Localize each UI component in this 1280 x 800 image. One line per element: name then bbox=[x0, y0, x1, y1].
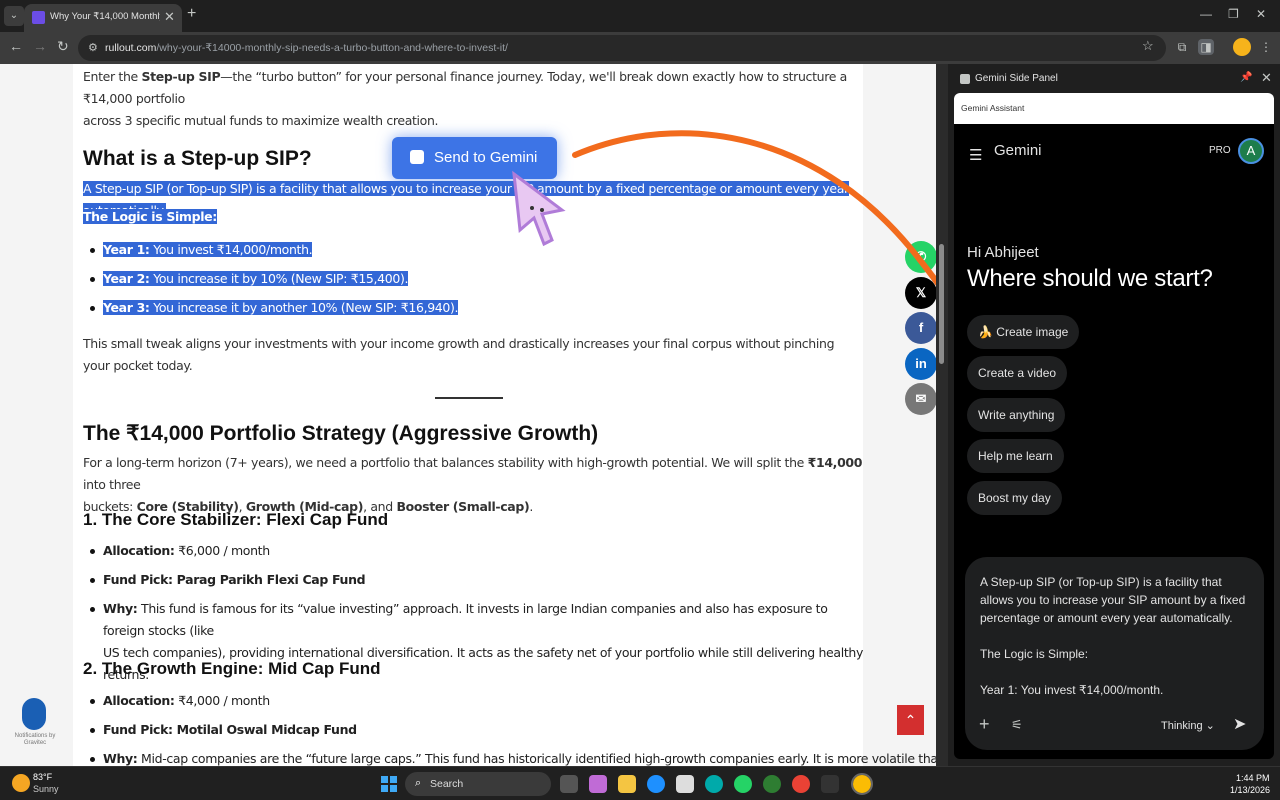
notification-bell-icon[interactable] bbox=[22, 698, 46, 730]
chip-create-video[interactable]: Create a video bbox=[967, 356, 1068, 390]
list-item: Allocation: ₹4,000 / month bbox=[90, 690, 270, 712]
heading-growth-engine: 2. The Growth Engine: Mid Cap Fund bbox=[83, 659, 381, 678]
clock-time[interactable]: 1:44 PM bbox=[1236, 773, 1270, 783]
windows-taskbar: 83°F Sunny ⌕ Search 1:44 PM 1/13/2026 bbox=[0, 766, 1280, 800]
list-item[interactable]: Year 2: You increase it by 10% (New SIP:… bbox=[89, 268, 408, 290]
greeting: Hi Abhijeet bbox=[967, 244, 1039, 261]
address-bar[interactable]: ⚙ rullout.com/why-your-₹14000-monthly-si… bbox=[78, 35, 1166, 61]
tab-active[interactable]: Why Your ₹14,000 Monthly SIP ✕ bbox=[24, 4, 182, 32]
copilot-icon[interactable] bbox=[589, 775, 607, 793]
add-attachment-icon[interactable]: + bbox=[979, 714, 990, 735]
task-view-icon[interactable] bbox=[560, 775, 578, 793]
model-mode-select[interactable]: Thinking ⌄ bbox=[1161, 719, 1215, 732]
chip-write-anything[interactable]: Write anything bbox=[967, 398, 1066, 432]
headline: Where should we start? bbox=[967, 265, 1213, 292]
reload-icon[interactable]: ↻ bbox=[57, 38, 69, 55]
gemini-spark-icon bbox=[410, 150, 424, 164]
heading-portfolio-strategy: The ₹14,000 Portfolio Strategy (Aggressi… bbox=[83, 422, 599, 445]
xbox-icon[interactable] bbox=[763, 775, 781, 793]
store-icon[interactable] bbox=[676, 775, 694, 793]
chrome-icon[interactable] bbox=[792, 775, 810, 793]
scrollbar-thumb[interactable] bbox=[939, 244, 944, 364]
side-panel-logo-icon bbox=[960, 74, 970, 84]
tab-strip: ⌄ Why Your ₹14,000 Monthly SIP ✕ + — ❐ ✕ bbox=[0, 0, 1280, 32]
search-label: Search bbox=[430, 778, 464, 790]
assistant-title: Gemini Assistant bbox=[961, 103, 1025, 113]
site-favicon-icon bbox=[32, 11, 45, 24]
assistant-bar: Gemini Assistant bbox=[954, 93, 1274, 124]
user-avatar[interactable]: A bbox=[1238, 138, 1264, 164]
scroll-to-top-button[interactable]: ⌃ bbox=[897, 705, 924, 735]
profile-avatar[interactable] bbox=[1233, 38, 1251, 56]
prompt-input[interactable]: A Step-up SIP (or Top-up SIP) is a facil… bbox=[965, 557, 1264, 750]
send-to-gemini-label: Send to Gemini bbox=[434, 149, 538, 166]
tab-close-icon[interactable]: ✕ bbox=[164, 9, 175, 25]
forward-icon[interactable]: → bbox=[33, 38, 47, 54]
send-icon[interactable]: ➤ bbox=[1233, 714, 1246, 734]
clock-date[interactable]: 1/13/2026 bbox=[1230, 785, 1270, 795]
minimize-icon[interactable]: — bbox=[1200, 7, 1212, 21]
pro-badge: PRO bbox=[1209, 145, 1231, 156]
side-panel-icon[interactable]: ◨ bbox=[1198, 39, 1214, 55]
app-icon[interactable] bbox=[705, 775, 723, 793]
prompt-text[interactable]: A Step-up SIP (or Top-up SIP) is a facil… bbox=[980, 573, 1250, 699]
list-item: Fund Pick: Parag Parikh Flexi Cap Fund bbox=[89, 569, 366, 591]
gemini-app: Gemini Assistant ☰ Gemini PRO A Hi Abhij… bbox=[954, 93, 1274, 759]
list-item[interactable]: Year 3: You increase it by another 10% (… bbox=[89, 297, 459, 319]
address-url: rullout.com/why-your-₹14000-monthly-sip-… bbox=[105, 42, 508, 54]
browser-toolbar: ← → ↻ ⚙ rullout.com/why-your-₹14000-mont… bbox=[0, 32, 1280, 64]
extensions-icon[interactable]: ⧉ bbox=[1174, 39, 1190, 55]
list-item: Allocation: ₹6,000 / month bbox=[90, 540, 270, 562]
file-explorer-icon[interactable] bbox=[618, 775, 636, 793]
side-panel-title: Gemini Side Panel bbox=[975, 73, 1058, 84]
notifications-label: Notifications by Gravitec bbox=[14, 733, 56, 746]
chip-create-image[interactable]: 🍌 Create image bbox=[967, 315, 1080, 349]
gemini-title: Gemini bbox=[994, 142, 1042, 159]
bookmark-star-icon[interactable]: ☆ bbox=[1142, 38, 1154, 54]
windows-start-icon[interactable] bbox=[381, 776, 397, 792]
chip-boost-my-day[interactable]: Boost my day bbox=[967, 481, 1062, 515]
app-a-icon[interactable] bbox=[821, 775, 839, 793]
weather-temp: 83°F bbox=[33, 772, 53, 782]
restore-icon[interactable]: ❐ bbox=[1228, 7, 1239, 21]
page-scrollbar[interactable] bbox=[936, 64, 948, 766]
new-tab-icon[interactable]: + bbox=[187, 5, 196, 23]
pin-icon[interactable]: 📌 bbox=[1240, 72, 1252, 83]
heading-core-stabilizer: 1. The Core Stabilizer: Flexi Cap Fund bbox=[83, 510, 389, 529]
chip-help-me-learn[interactable]: Help me learn bbox=[967, 439, 1064, 473]
taskbar-search[interactable]: ⌕ Search bbox=[405, 772, 551, 796]
side-panel-close-icon[interactable]: ✕ bbox=[1261, 70, 1272, 86]
tools-icon[interactable]: ⚟ bbox=[1011, 717, 1023, 733]
list-item: Why: Mid-cap companies are the “future l… bbox=[90, 748, 936, 766]
logic-label[interactable]: The Logic is Simple: bbox=[83, 206, 217, 228]
list-item[interactable]: Year 1: You invest ₹14,000/month. bbox=[89, 239, 313, 261]
chrome-menu-icon[interactable]: ⋮ bbox=[1258, 39, 1274, 55]
cursor-mascot-icon bbox=[512, 170, 566, 247]
hamburger-menu-icon[interactable]: ☰ bbox=[969, 146, 982, 164]
back-icon[interactable]: ← bbox=[9, 38, 23, 54]
chrome-active-icon[interactable] bbox=[851, 773, 873, 795]
site-info-icon[interactable]: ⚙ bbox=[88, 41, 98, 54]
heading-step-up-sip: What is a Step-up SIP? bbox=[83, 147, 312, 170]
whatsapp-icon[interactable] bbox=[734, 775, 752, 793]
gemini-side-panel: Gemini Side Panel 📌 ✕ Gemini Assistant ☰… bbox=[948, 64, 1280, 766]
tab-title: Why Your ₹14,000 Monthly SIP bbox=[50, 11, 160, 22]
weather-sun-icon[interactable] bbox=[12, 774, 30, 792]
list-item: Fund Pick: Motilal Oswal Midcap Fund bbox=[90, 719, 357, 741]
weather-condition: Sunny bbox=[33, 784, 59, 794]
search-icon: ⌕ bbox=[415, 777, 422, 789]
edge-icon[interactable] bbox=[647, 775, 665, 793]
section-divider bbox=[435, 397, 503, 399]
close-window-icon[interactable]: ✕ bbox=[1256, 7, 1266, 21]
tab-search-icon[interactable]: ⌄ bbox=[4, 6, 24, 26]
